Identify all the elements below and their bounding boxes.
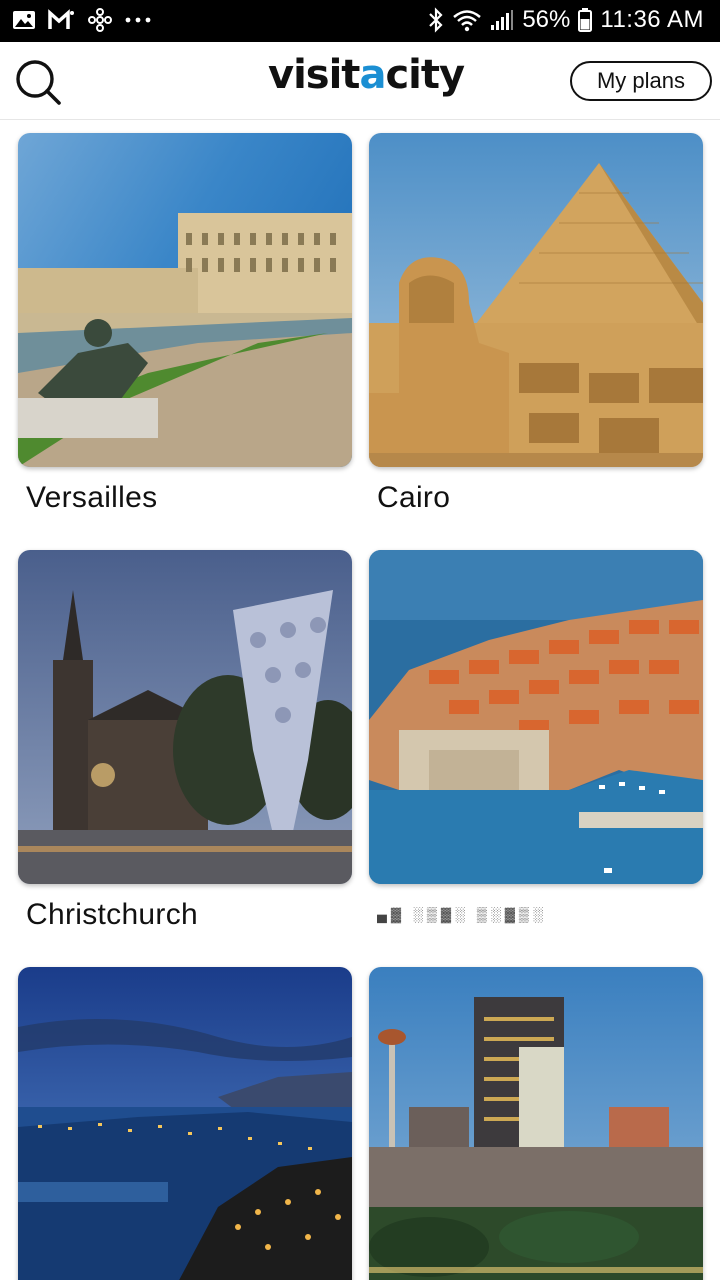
city-card-christchurch[interactable]: Christchurch — [18, 550, 352, 932]
my-plans-button[interactable]: My plans — [570, 61, 712, 101]
bluetooth-icon — [428, 7, 444, 33]
pinwheel-icon — [88, 8, 112, 32]
status-bar: 56% 11:36 AM — [0, 0, 720, 42]
city-image-versailles[interactable] — [18, 133, 352, 467]
status-left-icons — [12, 8, 152, 32]
city-card-5[interactable] — [18, 967, 352, 1280]
gmail-icon — [48, 9, 76, 31]
battery-icon — [578, 8, 593, 32]
city-name: ▄▓ ░▒▓░ ▒░▓▒░ — [377, 906, 547, 922]
clock: 11:36 AM — [600, 6, 704, 33]
image-icon — [12, 9, 36, 31]
status-right: 56% 11:36 AM — [428, 6, 704, 34]
city-image-4[interactable] — [369, 550, 703, 884]
logo-part-2: city — [385, 52, 465, 98]
app-header: visitacity My plans — [0, 42, 720, 120]
city-card-cairo[interactable]: Cairo — [369, 133, 703, 515]
search-button[interactable] — [14, 58, 62, 106]
signal-icon — [490, 9, 514, 31]
city-image-cairo[interactable] — [369, 133, 703, 467]
wifi-icon — [452, 8, 482, 32]
city-card-versailles[interactable]: Versailles — [18, 133, 352, 515]
city-image-5[interactable] — [18, 967, 352, 1280]
city-card-6[interactable] — [369, 967, 703, 1280]
city-image-6[interactable] — [369, 967, 703, 1280]
city-card-4[interactable]: ▄▓ ░▒▓░ ▒░▓▒░ — [369, 550, 703, 922]
logo-part-1: visit — [268, 52, 360, 98]
search-icon — [16, 60, 61, 105]
logo-accent: a — [359, 52, 386, 98]
battery-percent: 56% — [522, 6, 571, 33]
city-name: Versailles — [26, 481, 158, 514]
city-name: Cairo — [377, 481, 451, 514]
city-image-christchurch[interactable] — [18, 550, 352, 884]
city-name: Christchurch — [26, 898, 198, 931]
visitacity-logo[interactable]: visitacity — [268, 52, 465, 98]
more-dots-icon — [124, 15, 152, 25]
